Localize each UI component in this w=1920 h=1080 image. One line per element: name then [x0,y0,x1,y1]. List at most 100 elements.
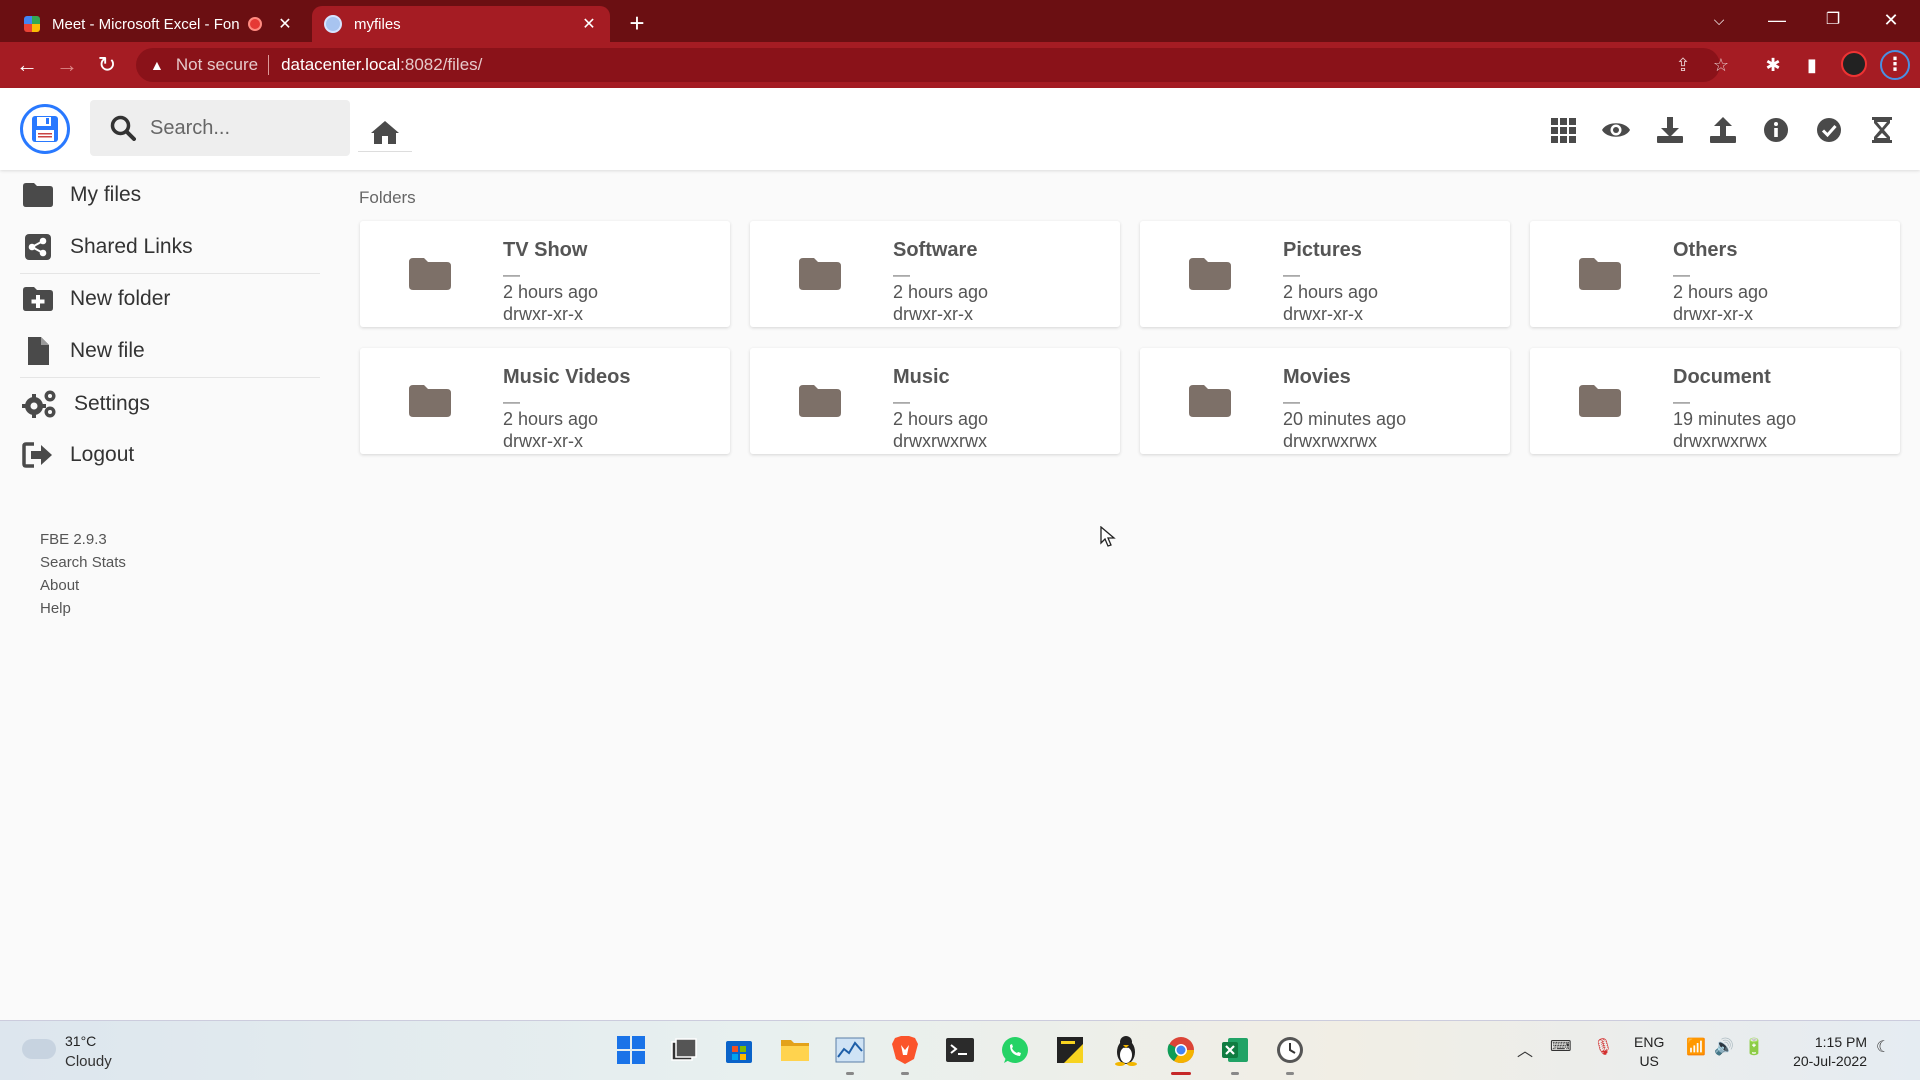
warning-icon: ▲ [150,57,164,73]
sidebar-item-my-files[interactable]: My files [0,172,320,218]
sidebar-item-new-file[interactable]: New file [0,328,320,374]
bookmark-star-icon[interactable]: ☆ [1706,48,1736,82]
tab-search-chevron-down-icon[interactable]: ⌵ [1692,0,1746,42]
start-windows-icon[interactable] [612,1031,650,1069]
folder-item[interactable]: Music Videos — 2 hours ago drwxr-xr-x [360,348,730,454]
sidebar-item-new-folder[interactable]: New folder [0,276,320,322]
clock-app-icon[interactable] [1271,1031,1309,1075]
eye-icon [1602,123,1630,137]
app-logo-icon[interactable] [20,104,70,154]
close-tab-icon[interactable]: ✕ [276,14,294,34]
about-link[interactable]: About [40,574,126,597]
app-header [0,88,1920,170]
active-app-indicator [1171,1072,1191,1075]
clock-time: 1:15 PM [1814,1034,1867,1050]
folder-modified: 20 minutes ago [1283,409,1407,429]
folder-item[interactable]: Movies — 20 minutes ago drwxrwxrwx [1140,348,1510,454]
address-bar[interactable]: ▲ Not secure datacenter.local:8082/files… [136,48,1729,82]
microsoft-store-icon[interactable] [720,1031,758,1069]
volume-icon[interactable]: 🔊 [1714,1037,1734,1057]
wifi-icon[interactable]: 📶 [1686,1037,1706,1057]
search-box[interactable] [90,100,350,156]
version-label: FBE 2.9.3 [40,531,107,548]
tab-meet-excel[interactable]: Meet - Microsoft Excel - Fon ✕ [12,6,306,42]
side-panel-icon[interactable]: ▮ [1797,50,1827,80]
linux-penguin-icon[interactable] [1107,1031,1145,1069]
info-button[interactable] [1760,114,1792,146]
folder-item[interactable]: Music — 2 hours ago drwxrwxrwx [750,348,1120,454]
sidebar-item-logout[interactable]: Logout [0,432,320,478]
tab-title: myfiles [354,15,401,33]
show-hidden-icons-chevron-up-icon[interactable]: ︿ [1517,1037,1533,1061]
download-icon [1657,117,1683,143]
weather-temperature[interactable]: 31°C [65,1033,96,1049]
taskbar: 31°C Cloudy ︿ ⌨ 🎙 ENG US 📶 🔊 🔋 1:15 PM 2… [0,1020,1920,1080]
info-icon [1764,118,1788,142]
keyboard-icon[interactable]: ⌨ [1550,1037,1572,1055]
new-tab-button[interactable]: + [622,8,652,39]
language-indicator[interactable]: ENG US [1634,1033,1664,1071]
sidebar-item-label: Shared Links [70,235,193,258]
folder-modified: 2 hours ago [893,409,989,429]
file-icon [28,337,49,365]
minimize-button[interactable]: — [1750,0,1804,42]
chrome-icon[interactable] [1162,1031,1200,1075]
terminal-icon[interactable] [941,1031,979,1069]
folder-permissions: drwxr-xr-x [1283,304,1363,324]
folder-item[interactable]: TV Show — 2 hours ago drwxr-xr-x [360,221,730,327]
clock-date: 20-Jul-2022 [1793,1053,1867,1069]
excel-icon[interactable] [1216,1031,1254,1075]
search-icon [110,115,136,141]
close-tab-icon[interactable]: ✕ [580,14,598,34]
cloud-icon[interactable] [22,1039,56,1059]
folder-permissions: drwxrwxrwx [893,431,987,451]
back-button[interactable]: ← [12,50,42,80]
folder-item[interactable]: Others — 2 hours ago drwxr-xr-x [1530,221,1900,327]
sidebar-item-shared-links[interactable]: Shared Links [0,224,320,270]
file-explorer-icon[interactable] [776,1031,814,1069]
focus-moon-icon[interactable]: ☾ [1876,1037,1890,1057]
close-window-button[interactable]: ✕ [1864,0,1918,42]
divider [268,55,270,75]
sidebar-divider [20,377,320,378]
profile-avatar[interactable] [1841,51,1867,77]
whatsapp-icon[interactable] [996,1031,1034,1069]
folder-permissions: drwxrwxrwx [1673,431,1767,451]
sidebar-item-label: My files [70,183,142,206]
breadcrumb-home-button[interactable] [358,112,412,152]
reload-button[interactable]: ↻ [92,50,122,80]
download-button[interactable] [1654,114,1686,146]
microphone-icon[interactable]: 🎙 [1593,1037,1613,1057]
battery-icon[interactable]: 🔋 [1744,1037,1764,1057]
share-page-icon[interactable]: ⇪ [1668,48,1698,82]
weather-condition[interactable]: Cloudy [65,1053,112,1070]
folder-name: Movies [1283,366,1351,388]
folder-modified: 2 hours ago [1283,282,1379,302]
task-view-icon[interactable] [665,1031,703,1069]
preview-button[interactable] [1600,114,1632,146]
tab-myfiles[interactable]: myfiles ✕ [312,6,610,42]
search-input[interactable] [150,116,340,140]
select-multiple-button[interactable] [1813,114,1845,146]
restore-button[interactable]: ❐ [1806,0,1860,42]
sidebar-item-settings[interactable]: Settings [0,381,320,427]
grid-view-button[interactable] [1547,114,1579,146]
mouse-cursor-icon [1100,526,1116,547]
forward-button[interactable]: → [52,50,82,80]
brave-browser-icon[interactable] [886,1031,924,1075]
sticky-notes-icon[interactable] [1051,1031,1089,1069]
search-stats-link[interactable]: Search Stats [40,551,126,574]
performance-monitor-icon[interactable] [831,1031,869,1075]
progress-button[interactable] [1866,114,1898,146]
folder-item[interactable]: Document — 19 minutes ago drwxrwxrwx [1530,348,1900,454]
help-link[interactable]: Help [40,597,126,620]
folder-item[interactable]: Software — 2 hours ago drwxr-xr-x [750,221,1120,327]
system-clock[interactable]: 1:15 PM 20-Jul-2022 [1783,1033,1867,1071]
extensions-puzzle-icon[interactable]: ✱ [1758,50,1788,80]
running-indicator [1286,1072,1294,1075]
hourglass-icon [1872,117,1892,143]
recording-icon [248,17,262,31]
folder-item[interactable]: Pictures — 2 hours ago drwxr-xr-x [1140,221,1510,327]
browser-menu-icon[interactable]: ⋮ [1880,50,1910,80]
upload-button[interactable] [1707,114,1739,146]
